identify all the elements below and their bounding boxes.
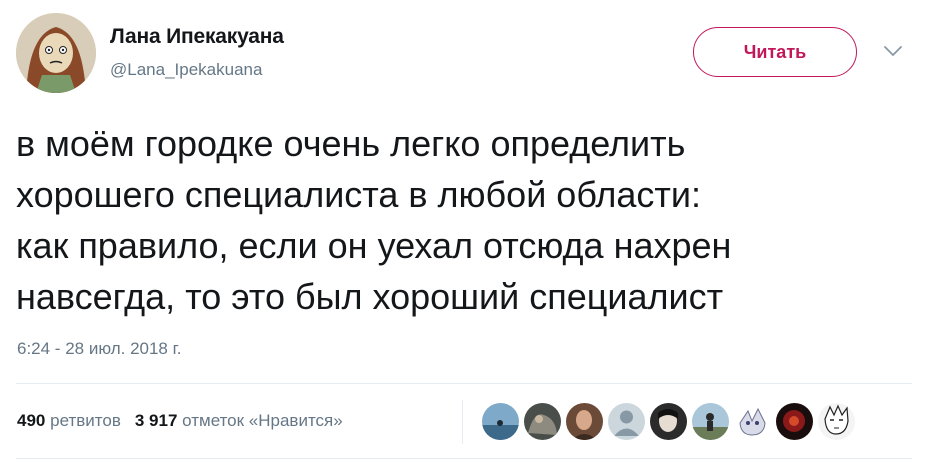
liker-avatar[interactable] <box>482 403 519 440</box>
liker-avatar[interactable] <box>776 403 813 440</box>
tweet-text-line: хорошего специалиста в любой области: <box>16 174 701 215</box>
liker-avatar[interactable] <box>524 403 561 440</box>
liker-avatar[interactable] <box>818 403 855 440</box>
tweet-timestamp[interactable]: 6:24 - 28 июл. 2018 г. <box>17 339 181 359</box>
liker-avatar[interactable] <box>734 403 771 440</box>
stats-divider <box>462 400 463 444</box>
author-handle[interactable]: @Lana_Ipekakuana <box>110 60 262 80</box>
retweets-stat[interactable]: 490 ретвитов <box>17 411 121 430</box>
likes-stat[interactable]: 3 917 отметок «Нравится» <box>135 411 343 430</box>
likes-count: 3 917 <box>134 411 178 430</box>
liker-avatar[interactable] <box>608 403 645 440</box>
author-name[interactable]: Лана Ипекакуана <box>110 25 284 49</box>
tweet-text-line: как правило, если он уехал отсюда нахрен <box>16 225 732 266</box>
tweet-text-line: навсегда, то это был хороший специалист <box>16 276 724 317</box>
retweets-count: 490 <box>17 411 46 430</box>
author-avatar[interactable] <box>16 13 96 93</box>
chevron-down-icon[interactable] <box>882 44 904 58</box>
tweet-text-line: в моём городке очень легко определить <box>16 123 686 164</box>
likers-avatars <box>482 403 855 440</box>
divider <box>16 458 912 459</box>
tweet-stats: 490 ретвитов 3 917 отметок «Нравится» <box>17 411 357 431</box>
likes-label: отметок «Нравится» <box>182 411 343 430</box>
tweet-text: в моём городке очень легко определить хо… <box>16 118 921 322</box>
liker-avatar[interactable] <box>692 403 729 440</box>
retweets-label: ретвитов <box>50 411 121 430</box>
divider <box>16 383 912 384</box>
liker-avatar[interactable] <box>566 403 603 440</box>
follow-button[interactable]: Читать <box>693 27 857 77</box>
liker-avatar[interactable] <box>650 403 687 440</box>
